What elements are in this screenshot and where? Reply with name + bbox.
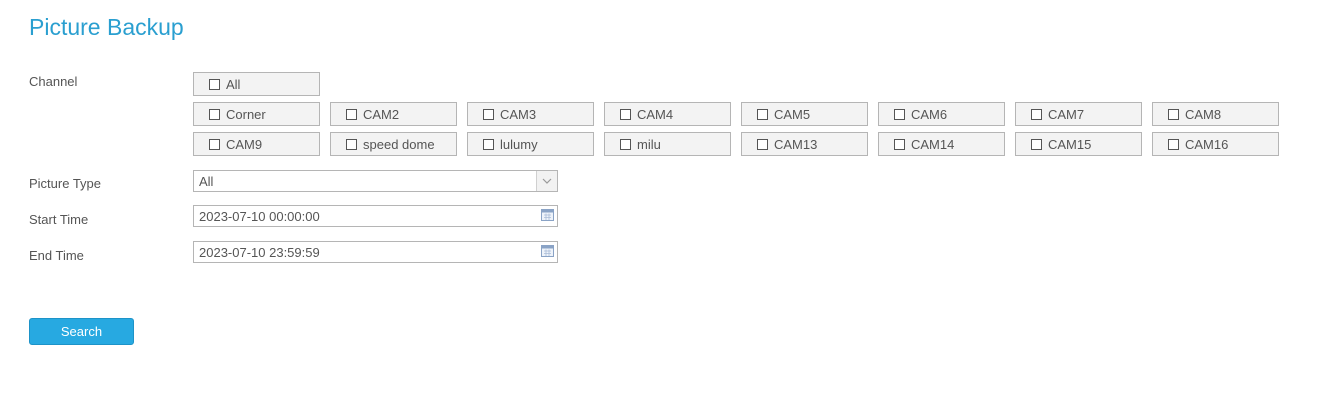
channel-checkbox-lulumy[interactable]: lulumy — [467, 132, 594, 156]
checkbox-unchecked-icon — [757, 108, 768, 120]
channel-checkbox-cam8[interactable]: CAM8 — [1152, 102, 1279, 126]
channel-checkbox-corner[interactable]: Corner — [193, 102, 320, 126]
channel-checkbox-label: All — [226, 76, 241, 92]
channel-checkbox-label: CAM9 — [226, 136, 263, 152]
page-title: Picture Backup — [29, 14, 184, 40]
picture-type-value: All — [199, 174, 214, 189]
checkbox-unchecked-icon — [209, 138, 220, 150]
channel-label: Channel — [29, 74, 78, 89]
checkbox-unchecked-icon — [1168, 108, 1179, 120]
channel-checkbox-label: CAM6 — [911, 106, 948, 122]
channel-checkbox-label: speed dome — [363, 136, 435, 152]
channel-checkbox-cam16[interactable]: CAM16 — [1152, 132, 1279, 156]
channel-checkbox-label: CAM15 — [1048, 136, 1092, 152]
calendar-icon[interactable] — [541, 245, 554, 260]
end-time-input[interactable]: 2023-07-10 23:59:59 — [193, 241, 558, 263]
channel-row-2: CAM9 speed dome lulumy milu CAM13 CAM14 … — [193, 132, 1289, 156]
calendar-icon[interactable] — [541, 209, 554, 224]
channel-checkbox-label: CAM7 — [1048, 106, 1085, 122]
picture-type-select[interactable]: All — [193, 170, 558, 192]
checkbox-unchecked-icon — [209, 78, 220, 90]
channel-checkbox-label: CAM2 — [363, 106, 400, 122]
channel-checkbox-label: CAM13 — [774, 136, 818, 152]
channel-checkbox-cam3[interactable]: CAM3 — [467, 102, 594, 126]
channel-checkbox-label: CAM8 — [1185, 106, 1222, 122]
channel-checkbox-cam5[interactable]: CAM5 — [741, 102, 868, 126]
checkbox-unchecked-icon — [346, 108, 357, 120]
start-time-input[interactable]: 2023-07-10 00:00:00 — [193, 205, 558, 227]
channel-checkbox-cam2[interactable]: CAM2 — [330, 102, 457, 126]
checkbox-unchecked-icon — [346, 138, 357, 150]
end-time-value: 2023-07-10 23:59:59 — [199, 245, 320, 260]
channel-checkbox-label: CAM16 — [1185, 136, 1229, 152]
channel-checkbox-cam4[interactable]: CAM4 — [604, 102, 731, 126]
channel-all-row: All — [193, 72, 330, 96]
checkbox-unchecked-icon — [757, 138, 768, 150]
end-time-label: End Time — [29, 248, 84, 263]
checkbox-unchecked-icon — [483, 108, 494, 120]
channel-checkbox-cam7[interactable]: CAM7 — [1015, 102, 1142, 126]
checkbox-unchecked-icon — [483, 138, 494, 150]
checkbox-unchecked-icon — [620, 108, 631, 120]
channel-checkbox-cam9[interactable]: CAM9 — [193, 132, 320, 156]
start-time-value: 2023-07-10 00:00:00 — [199, 209, 320, 224]
channel-checkbox-label: CAM4 — [637, 106, 674, 122]
channel-checkbox-cam6[interactable]: CAM6 — [878, 102, 1005, 126]
channel-checkbox-label: Corner — [226, 106, 266, 122]
checkbox-unchecked-icon — [1031, 138, 1042, 150]
channel-checkbox-label: CAM5 — [774, 106, 811, 122]
channel-checkbox-cam13[interactable]: CAM13 — [741, 132, 868, 156]
channel-checkbox-label: lulumy — [500, 136, 538, 152]
checkbox-unchecked-icon — [894, 138, 905, 150]
checkbox-unchecked-icon — [209, 108, 220, 120]
search-button[interactable]: Search — [29, 318, 134, 345]
picture-type-label: Picture Type — [29, 176, 102, 191]
checkbox-unchecked-icon — [620, 138, 631, 150]
channel-checkbox-label: CAM14 — [911, 136, 955, 152]
channel-checkbox-cam14[interactable]: CAM14 — [878, 132, 1005, 156]
channel-checkbox-cam15[interactable]: CAM15 — [1015, 132, 1142, 156]
checkbox-unchecked-icon — [894, 108, 905, 120]
start-time-label: Start Time — [29, 212, 89, 227]
channel-checkbox-all[interactable]: All — [193, 72, 320, 96]
channel-checkbox-milu[interactable]: milu — [604, 132, 731, 156]
channel-row-1: Corner CAM2 CAM3 CAM4 CAM5 CAM6 CAM7 CAM… — [193, 102, 1289, 126]
chevron-down-icon[interactable] — [536, 171, 557, 191]
checkbox-unchecked-icon — [1031, 108, 1042, 120]
channel-checkbox-label: milu — [637, 136, 661, 152]
channel-checkbox-label: CAM3 — [500, 106, 537, 122]
channel-checkbox-speed-dome[interactable]: speed dome — [330, 132, 457, 156]
checkbox-unchecked-icon — [1168, 138, 1179, 150]
